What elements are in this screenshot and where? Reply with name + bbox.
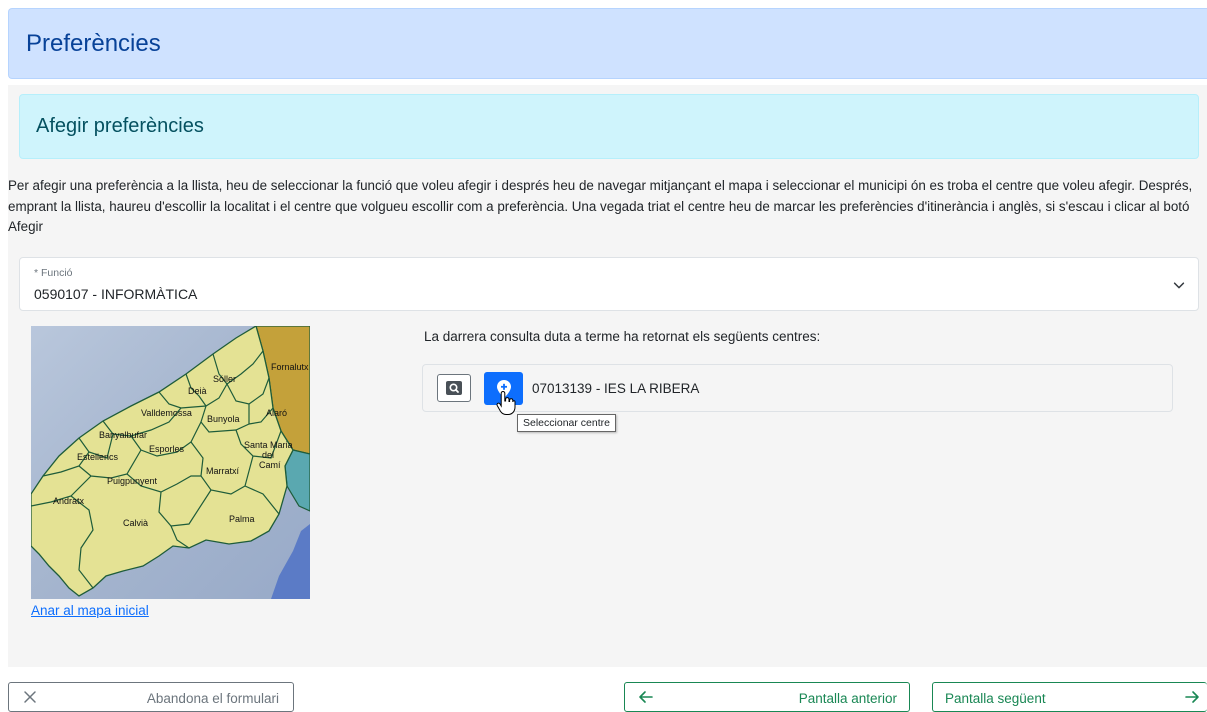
- map-label-puigpunyent: Puigpunyent: [107, 476, 158, 486]
- main-panel: Afegir preferències Per afegir una prefe…: [8, 85, 1207, 667]
- map-label-fornalutx: Fornalutx: [271, 362, 309, 372]
- map-label-del: del: [262, 450, 274, 460]
- funcio-select[interactable]: * Funció 0590107 - INFORMÀTICA: [19, 257, 1199, 311]
- previous-screen-button[interactable]: Pantalla anterior: [624, 682, 910, 712]
- map-label-valldemossa: Valldemossa: [141, 408, 192, 418]
- arrow-right-icon: [1185, 691, 1199, 703]
- map-label-calvia: Calvià: [123, 518, 148, 528]
- section-title: Afegir preferències: [36, 115, 204, 137]
- map-label-soller: Sóller: [213, 374, 236, 384]
- map-label-bunyola: Bunyola: [207, 414, 240, 424]
- hand-cursor-icon: [496, 390, 516, 415]
- view-center-button[interactable]: [437, 374, 471, 402]
- mallorca-map[interactable]: Fornalutx Sóller Deià Valldemossa Bunyol…: [31, 326, 310, 599]
- previous-label: Pantalla anterior: [798, 691, 897, 706]
- page-header: Preferències: [8, 8, 1207, 79]
- map-label-estellencs: Estellencs: [77, 452, 119, 462]
- section-header: Afegir preferències: [19, 94, 1199, 159]
- abandon-form-button[interactable]: Abandona el formulari: [8, 682, 294, 712]
- abandon-label: Abandona el formulari: [146, 691, 279, 706]
- funcio-value: 0590107 - INFORMÀTICA: [34, 286, 198, 302]
- map-label-andratx: Andratx: [53, 496, 85, 506]
- arrow-left-icon: [639, 691, 653, 703]
- close-icon: [24, 691, 36, 703]
- map-label-deia: Deià: [188, 386, 207, 396]
- instructions-text: Per afegir una preferència a la llista, …: [8, 178, 1193, 234]
- funcio-label: * Funció: [34, 267, 73, 279]
- map-label-banyalbufar: Banyalbufar: [99, 430, 147, 440]
- map-label-marratxi: Marratxí: [206, 466, 240, 476]
- map-label-santa-maria: Santa Maria: [244, 440, 293, 450]
- map-label-alaro: Alaró: [266, 408, 287, 418]
- magnifier-icon: [446, 381, 462, 395]
- map-label-palma: Palma: [229, 514, 255, 524]
- page-title: Preferències: [26, 29, 161, 57]
- map-label-cami: Camí: [259, 460, 281, 470]
- center-name: 07013139 - IES LA RIBERA: [532, 381, 700, 396]
- initial-map-link[interactable]: Anar al mapa inicial: [31, 603, 149, 618]
- map-label-esporles: Esporles: [149, 444, 185, 454]
- select-center-tooltip: Seleccionar centre: [517, 414, 616, 432]
- next-label: Pantalla següent: [945, 691, 1046, 706]
- chevron-down-icon: [1173, 282, 1185, 289]
- result-item: 07013139 - IES LA RIBERA: [422, 364, 1173, 412]
- results-intro: La darrera consulta duta a terme ha reto…: [424, 329, 821, 344]
- next-screen-button[interactable]: Pantalla següent: [932, 682, 1207, 712]
